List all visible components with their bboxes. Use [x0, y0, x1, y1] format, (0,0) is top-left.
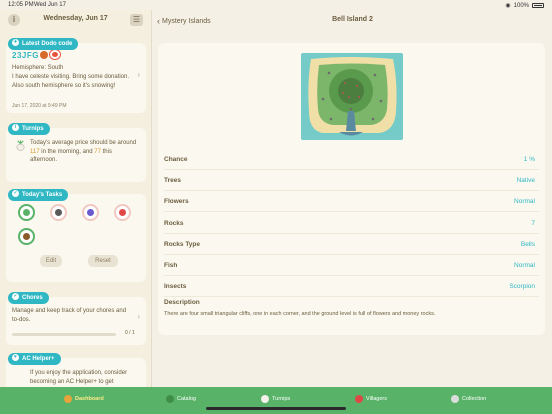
menu-button[interactable]: ☰: [130, 14, 143, 26]
tasks-pill: ✓ Today's Tasks: [8, 189, 69, 201]
chores-count: 0 / 1: [125, 330, 135, 336]
villager-icon: [355, 395, 363, 403]
turnips-text: Today's average price should be around 1…: [30, 140, 137, 163]
chores-pill: ✓ Chores: [8, 292, 49, 304]
fish-row: Fish Normal: [164, 255, 539, 276]
dodo-message: I have celeste visiting. Bring some dona…: [12, 74, 130, 89]
island-detail-pane: ‹ Mystery Islands Bell Island 2 Chance 1…: [153, 10, 552, 387]
status-right: ◉ 100%: [505, 2, 544, 9]
turnips-afternoon-price: 77: [94, 148, 101, 155]
description-label: Description: [164, 299, 200, 306]
turnip-icon: [16, 140, 25, 151]
status-time: 12:05 PM: [8, 2, 34, 8]
status-bar: 12:05 PM Wed Jun 17 ◉ 100%: [0, 0, 552, 10]
task-fossil-icon[interactable]: [82, 204, 99, 221]
dodo-card[interactable]: 23JFG Hemisphere: South I have celeste v…: [6, 43, 146, 113]
turnips-morning-price: 117: [30, 148, 40, 155]
flowers-row: Flowers Normal: [164, 191, 539, 212]
status-date: Wed Jun 17: [34, 2, 66, 8]
island-detail-card: Chance 1 % Trees Native Flowers Normal Rock…: [158, 43, 545, 335]
catalog-icon: [166, 395, 174, 403]
task-rock-icon[interactable]: [50, 204, 67, 221]
helper-section: ♥ AC Helper+ If you enjoy the application…: [6, 350, 146, 387]
island-map-image: [308, 57, 397, 136]
dodo-hemisphere: Hemisphere: South: [12, 65, 64, 71]
chores-progress-bar: [12, 333, 116, 336]
chance-row: Chance 1 %: [164, 149, 539, 170]
edit-tasks-button[interactable]: Edit: [40, 255, 62, 267]
tab-dashboard[interactable]: Dashboard: [64, 395, 104, 403]
chores-section: ✓ Chores Manage and keep track of your ch…: [6, 290, 146, 350]
battery-percent: 100%: [513, 2, 529, 9]
tab-catalog[interactable]: Catalog: [166, 395, 196, 403]
trees-row: Trees Native: [164, 170, 539, 191]
plane-icon: ✈: [12, 38, 19, 46]
insects-value: Scorpion: [509, 283, 535, 290]
island-map: [301, 53, 403, 140]
task-bottle-icon[interactable]: [114, 204, 131, 221]
rocks-value: 7: [531, 220, 535, 227]
dodo-timestamp: Jun 17, 2020 at 9:49 PM: [12, 103, 67, 109]
chores-text: Manage and keep track of your chores and…: [12, 308, 127, 323]
fish-value: Normal: [514, 262, 535, 269]
tab-turnips[interactable]: Turnips: [261, 395, 290, 403]
wifi-icon: ◉: [505, 3, 511, 9]
dashboard-pane: i Wednesday, Jun 17 ☰ ✈ Latest Dodo code …: [0, 10, 152, 387]
insects-row: Insects Scorpion: [164, 276, 539, 297]
dodo-pill: ✈ Latest Dodo code: [8, 38, 79, 50]
task-tree-icon[interactable]: [18, 228, 35, 245]
chevron-right-icon: ›: [137, 312, 140, 321]
info-icon: i: [12, 123, 19, 131]
rocks-type-value: Bells: [520, 241, 535, 248]
check-icon: ✓: [12, 292, 19, 300]
rocks-row: Rocks 7: [164, 213, 539, 234]
description-text: There are four small triangular cliffs, …: [164, 311, 436, 317]
task-villager-icon[interactable]: [18, 204, 35, 221]
tasks-card: Edit Reset: [6, 194, 146, 282]
dodo-section: ✈ Latest Dodo code 23JFG Hemisphere: Sout…: [6, 30, 146, 116]
turnips-pill: i Turnips: [8, 123, 50, 135]
chance-value: 1 %: [523, 156, 535, 163]
tab-collection[interactable]: Collection: [451, 395, 486, 403]
heart-icon: ♥: [12, 353, 19, 361]
dashboard-icon: [64, 395, 72, 403]
collection-icon: [451, 395, 459, 403]
chores-card[interactable]: Manage and keep track of your chores and…: [6, 297, 146, 345]
villager-icon: [40, 51, 48, 59]
tab-villagers[interactable]: Villagers: [355, 395, 387, 403]
reset-tasks-button[interactable]: Reset: [88, 255, 118, 267]
turnips-card[interactable]: Today's average price should be around 1…: [6, 128, 146, 182]
island-title: Bell Island 2: [332, 16, 373, 23]
home-indicator: [206, 407, 346, 410]
check-icon: ✓: [12, 189, 19, 197]
dodo-code: 23JFG: [12, 51, 39, 60]
turnips-section: i Turnips Today's average price should be…: [6, 120, 146, 182]
helper-pill: ♥ AC Helper+: [8, 353, 61, 365]
tasks-section: ✓ Today's Tasks Edit Reset: [6, 186, 146, 286]
tab-bar: Dashboard Catalog Turnips Villagers Coll…: [0, 387, 552, 414]
trees-value: Native: [516, 177, 535, 184]
rocks-type-row: Rocks Type Bells: [164, 234, 539, 255]
helper-text: If you enjoy the application, consider b…: [30, 370, 128, 385]
celeste-icon: [50, 50, 60, 59]
dashboard-title: Wednesday, Jun 17: [43, 15, 108, 22]
chevron-right-icon: ›: [137, 70, 140, 79]
battery-icon: [532, 3, 544, 8]
turnip-icon: [261, 395, 269, 403]
dashboard-header: i Wednesday, Jun 17 ☰: [0, 10, 151, 30]
flowers-value: Normal: [514, 198, 535, 205]
